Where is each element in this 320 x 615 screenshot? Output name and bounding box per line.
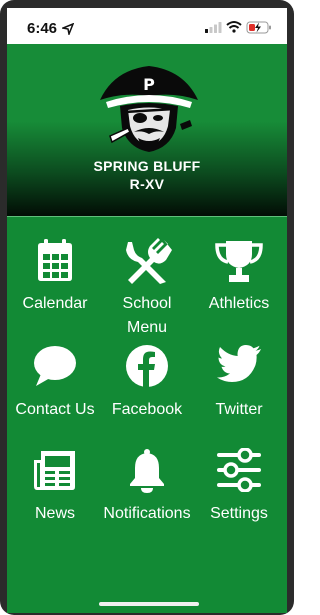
- school-name-line2: R-XV: [129, 176, 165, 192]
- menu-item-athletics[interactable]: Athletics: [191, 238, 287, 338]
- bell-icon: [130, 449, 164, 493]
- menu-item-twitter[interactable]: Twitter: [191, 344, 287, 444]
- school-name-line1: SPRING BLUFF: [93, 158, 201, 174]
- menu-item-label: Twitter: [215, 401, 263, 418]
- menu-item-settings[interactable]: Settings: [191, 448, 287, 548]
- menu-item-news[interactable]: News: [7, 448, 103, 548]
- menu-item-facebook[interactable]: Facebook: [99, 344, 195, 444]
- menu-item-notifications[interactable]: Notifications: [99, 448, 195, 548]
- battery-charging-icon: [246, 21, 271, 34]
- logo-letter: P: [143, 75, 155, 94]
- facebook-icon: [126, 345, 168, 387]
- location-arrow-icon: [62, 23, 74, 35]
- wifi-icon: [226, 21, 242, 33]
- sliders-icon: [217, 448, 261, 492]
- menu-item-contact-us[interactable]: Contact Us: [7, 344, 103, 444]
- fork-knife-icon: [126, 238, 172, 284]
- menu-item-label: Athletics: [208, 295, 270, 312]
- status-time: 6:46: [27, 20, 58, 37]
- menu-item-calendar[interactable]: Calendar: [7, 238, 103, 338]
- app-screen: 6:46 P SPRING BLUFF R-XV Calendar School…: [7, 8, 287, 613]
- newspaper-icon: [34, 451, 75, 490]
- app-header: P SPRING BLUFF R-XV: [7, 44, 287, 216]
- menu-item-label: Settings: [210, 505, 268, 522]
- header-divider: [7, 216, 287, 217]
- phone-frame: 6:46 P SPRING BLUFF R-XV Calendar School…: [0, 0, 294, 615]
- calendar-icon: [38, 239, 72, 281]
- status-bar: 6:46: [7, 8, 287, 44]
- home-indicator[interactable]: [99, 602, 199, 606]
- twitter-icon: [217, 345, 261, 382]
- status-indicators: [205, 20, 275, 34]
- cellular-signal-icon: [205, 22, 222, 33]
- trophy-icon: [215, 241, 263, 282]
- pirate-mascot-logo: P: [100, 66, 198, 152]
- menu-item-school-menu[interactable]: School Menu: [99, 238, 195, 338]
- chat-bubble-icon: [34, 346, 76, 386]
